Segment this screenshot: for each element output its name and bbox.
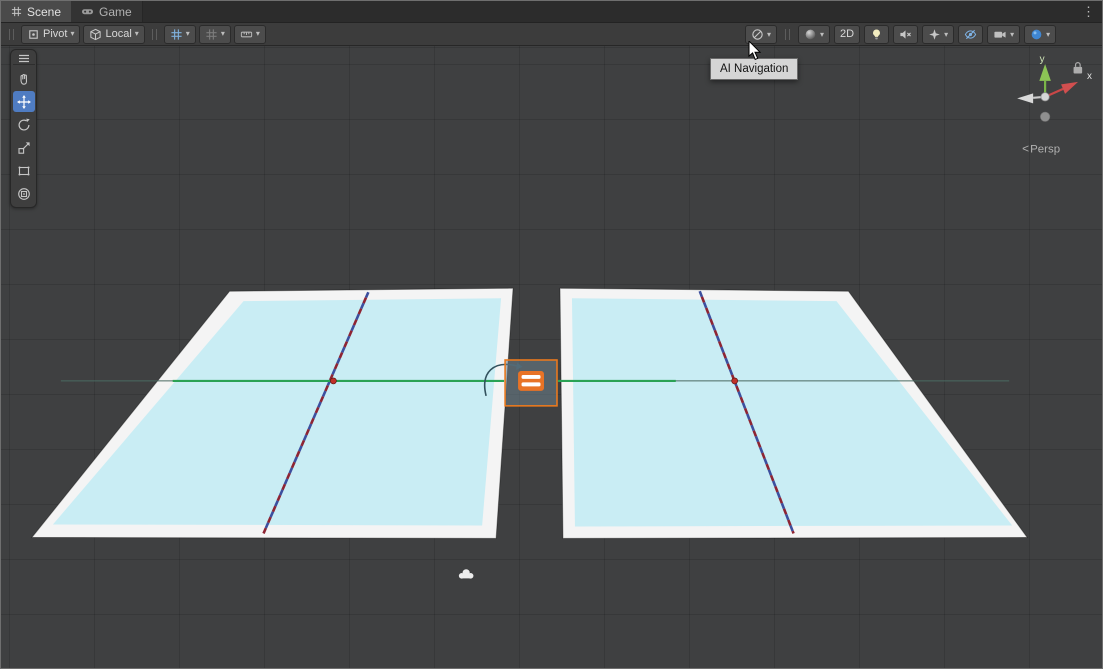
gizmo-x-axis[interactable]: x bbox=[1045, 71, 1092, 97]
pivot-mode-dropdown[interactable]: Pivot ▾ bbox=[21, 25, 80, 44]
shaded-sphere-icon bbox=[804, 28, 817, 41]
toolbar-separator bbox=[152, 29, 157, 40]
draw-mode-dropdown[interactable]: ▾ bbox=[798, 25, 830, 44]
tab-bar: Scene Game ⋮ bbox=[1, 1, 1102, 23]
tab-scene-label: Scene bbox=[27, 5, 61, 19]
circle-slash-icon bbox=[751, 28, 764, 41]
toolbar-drag-handle-icon[interactable] bbox=[9, 29, 14, 40]
chevron-down-icon: ▾ bbox=[70, 30, 74, 38]
chevron-down-icon: ▾ bbox=[135, 30, 139, 38]
scene-view-toolbar: Pivot ▾ Local ▾ ▾ ▾ ▾ ▾ bbox=[1, 23, 1102, 46]
light-gizmo-icon[interactable] bbox=[459, 569, 474, 578]
tool-move[interactable] bbox=[13, 91, 35, 112]
scene-lighting-toggle[interactable] bbox=[864, 25, 889, 44]
scene-canvas: y x < Per bbox=[1, 46, 1102, 668]
tools-overlay-panel bbox=[10, 49, 37, 208]
selected-navmesh-link-object[interactable] bbox=[505, 360, 557, 406]
scene-effects-dropdown[interactable]: ▾ bbox=[922, 25, 954, 44]
light-bulb-icon bbox=[870, 28, 883, 41]
gizmo-persp-toggle[interactable]: < Persp bbox=[1022, 142, 1060, 156]
chevron-down-icon: ▾ bbox=[186, 30, 190, 38]
local-cube-icon bbox=[89, 28, 102, 41]
tools-overlay-menu-button[interactable] bbox=[13, 52, 35, 65]
sparkle-icon bbox=[928, 28, 941, 41]
snap-increment-dropdown[interactable]: ▾ bbox=[234, 25, 266, 44]
chevron-down-icon: ▾ bbox=[820, 31, 824, 39]
tab-more-menu-icon[interactable]: ⋮ bbox=[1075, 1, 1102, 22]
scene-toolbar-right-cluster: ▾ ▾ 2D ▾ bbox=[745, 24, 1056, 45]
gizmo-y-axis[interactable]: y bbox=[1039, 54, 1051, 97]
gizmos-dropdown[interactable]: ▾ bbox=[1024, 25, 1056, 44]
grid-snap-icon bbox=[205, 28, 218, 41]
transform-tool-icon bbox=[17, 187, 31, 201]
chevron-down-icon: ▾ bbox=[1010, 31, 1014, 39]
pivot-icon bbox=[27, 28, 40, 41]
scene-tab-grid-icon bbox=[11, 6, 22, 17]
gizmo-y-label: y bbox=[1040, 54, 1045, 65]
grid-icon bbox=[170, 28, 183, 41]
pan-hand-icon bbox=[17, 72, 31, 86]
navmesh-link-icon bbox=[518, 371, 544, 391]
ruler-icon bbox=[240, 28, 253, 41]
tab-game-label: Game bbox=[99, 5, 132, 19]
tooltip-ai-navigation: AI Navigation bbox=[710, 58, 798, 80]
tool-rect[interactable] bbox=[13, 160, 35, 181]
video-camera-icon bbox=[993, 28, 1007, 41]
gizmo-negative-axis-handle[interactable] bbox=[1040, 112, 1050, 122]
gizmo-sphere-icon bbox=[1030, 28, 1043, 41]
court-right-surface[interactable] bbox=[572, 298, 1012, 526]
marker-dot-right bbox=[732, 378, 738, 384]
persp-label: Persp bbox=[1030, 144, 1060, 156]
chevron-down-icon: ▾ bbox=[221, 30, 225, 38]
chevron-down-icon: ▾ bbox=[944, 31, 948, 39]
scene-audio-toggle[interactable] bbox=[893, 25, 918, 44]
mouse-cursor-icon bbox=[748, 41, 764, 61]
persp-chevron-icon: < bbox=[1022, 142, 1029, 156]
rect-tool-icon bbox=[17, 164, 31, 178]
chevron-down-icon: ▾ bbox=[767, 31, 771, 39]
scene-visibility-toggle[interactable] bbox=[958, 25, 983, 44]
2d-view-toggle[interactable]: 2D bbox=[834, 25, 860, 44]
tool-transform[interactable] bbox=[13, 183, 35, 204]
tooltip-text: AI Navigation bbox=[720, 63, 788, 75]
toolbar-separator bbox=[785, 29, 790, 40]
grid-visibility-dropdown[interactable]: ▾ bbox=[164, 25, 196, 44]
marker-dot-left bbox=[330, 378, 336, 384]
pivot-label: Pivot bbox=[43, 29, 67, 40]
chevron-down-icon: ▾ bbox=[1046, 31, 1050, 39]
unity-editor-window: Scene Game ⋮ Pivot ▾ Local ▾ ▾ ▾ bbox=[0, 0, 1103, 669]
local-label: Local bbox=[105, 29, 131, 40]
2d-label: 2D bbox=[840, 29, 854, 40]
tab-game[interactable]: Game bbox=[71, 1, 143, 22]
grid-snapping-dropdown[interactable]: ▾ bbox=[199, 25, 231, 44]
scale-tool-icon bbox=[17, 141, 31, 155]
gizmo-center-handle[interactable] bbox=[1041, 93, 1049, 101]
scene-camera-dropdown[interactable]: ▾ bbox=[987, 25, 1020, 44]
gizmo-x-label: x bbox=[1087, 71, 1092, 82]
eye-hidden-icon bbox=[964, 28, 977, 41]
tab-scene[interactable]: Scene bbox=[1, 1, 71, 22]
court-left-surface[interactable] bbox=[53, 298, 501, 525]
move-tool-icon bbox=[17, 95, 31, 109]
hamburger-menu-icon bbox=[18, 54, 30, 63]
tool-rotate[interactable] bbox=[13, 114, 35, 135]
game-tab-gamepad-icon bbox=[81, 6, 94, 17]
speaker-muted-icon bbox=[899, 28, 912, 41]
overlay-lock-icon[interactable] bbox=[1074, 63, 1083, 74]
tool-scale[interactable] bbox=[13, 137, 35, 158]
rotate-tool-icon bbox=[17, 118, 31, 132]
handle-rotation-dropdown[interactable]: Local ▾ bbox=[83, 25, 144, 44]
tool-pan-hand[interactable] bbox=[13, 68, 35, 89]
chevron-down-icon: ▾ bbox=[256, 30, 260, 38]
scene-viewport[interactable]: y x < Per bbox=[1, 46, 1102, 668]
